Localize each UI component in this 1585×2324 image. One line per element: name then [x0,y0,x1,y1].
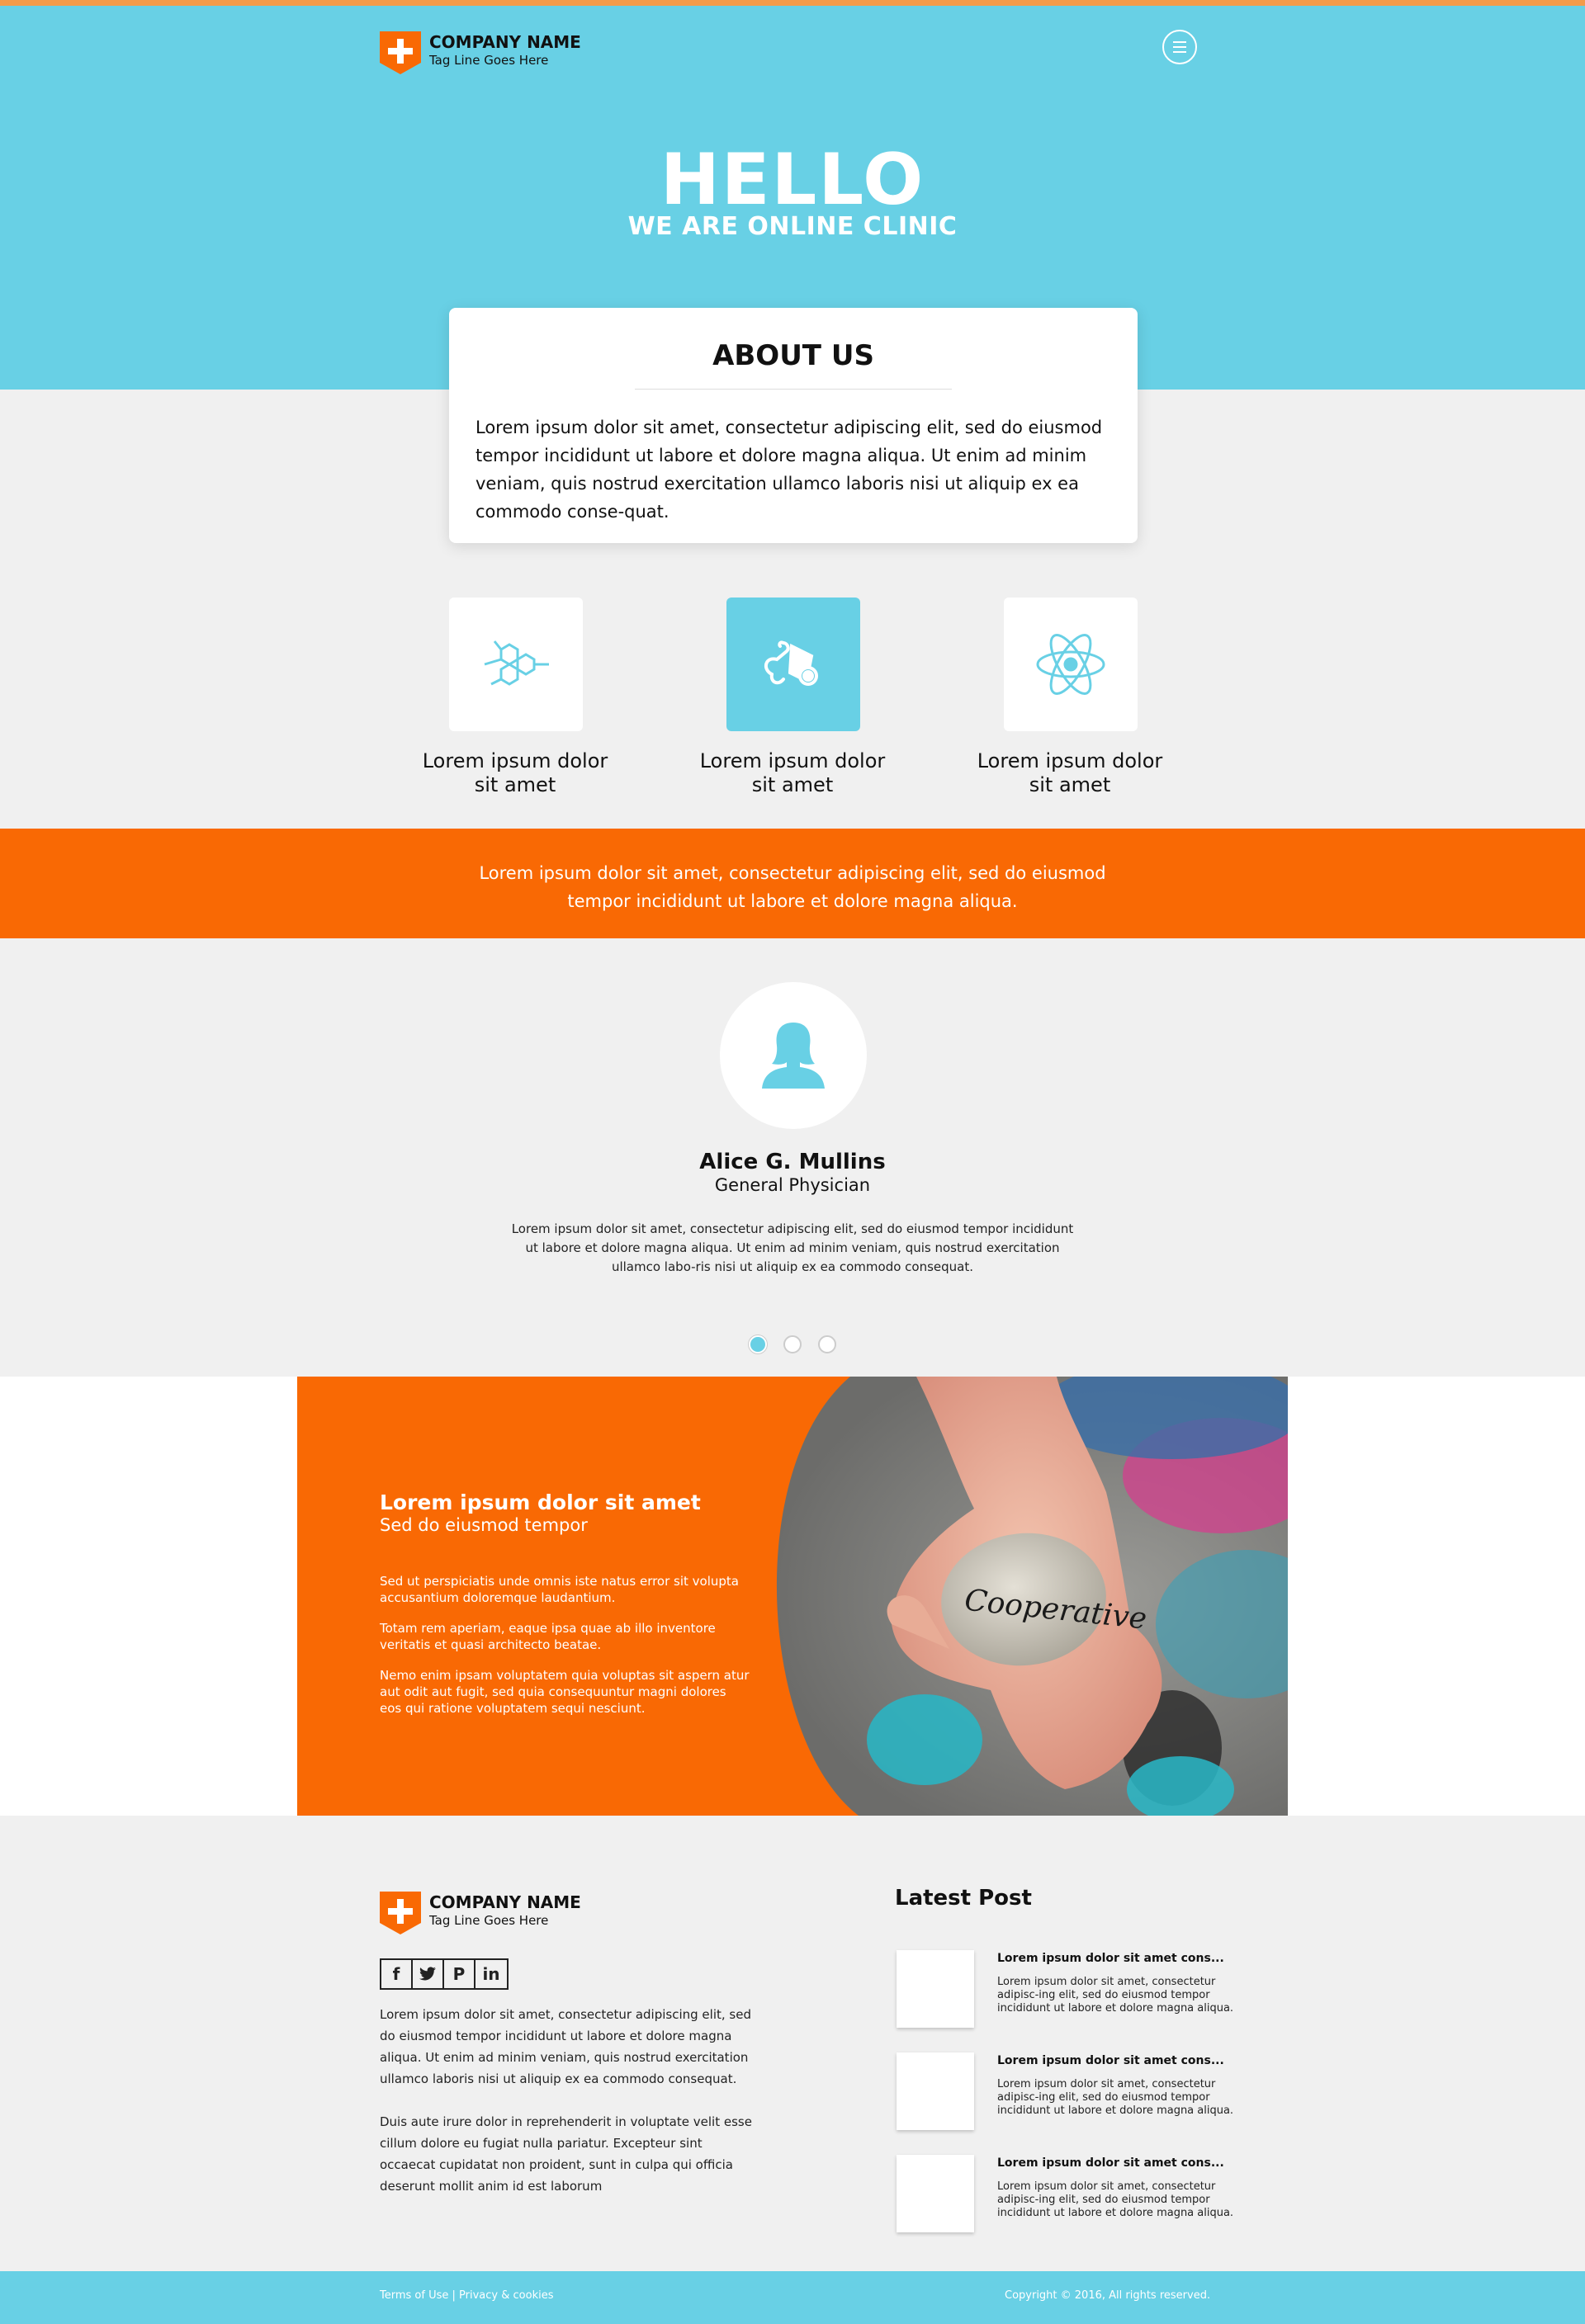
slider-dot-1[interactable] [749,1335,767,1353]
privacy-link[interactable]: Privacy & cookies [459,2289,553,2302]
post-title[interactable]: Lorem ipsum dolor sit amet cons... [997,1952,1224,1965]
about-divider [635,389,952,390]
social-links: f P in [380,1958,509,1990]
feature-label-1: Lorem ipsum dolor sit amet [422,749,608,796]
feature-atom[interactable] [1004,598,1138,731]
hero-subtitle: WE ARE ONLINE CLINIC [627,212,958,241]
about-us-heading: ABOUT US [712,339,874,372]
post-title[interactable]: Lorem ipsum dolor sit amet cons... [997,2156,1224,2170]
footer-about-text: Lorem ipsum dolor sit amet, consectetur … [380,2004,759,2197]
post-thumbnail[interactable] [897,2155,974,2232]
slider-dot-3[interactable] [818,1335,836,1353]
footer-company-name: COMPANY NAME [429,1892,581,1912]
about-us-text: Lorem ipsum dolor sit amet, consectetur … [476,418,1103,522]
post-excerpt: Lorem ipsum dolor sit amet, consectetur … [997,2078,1234,2117]
facebook-icon[interactable]: f [381,1960,413,1988]
orange-banner: Lorem ipsum dolor sit amet, consectetur … [0,829,1585,938]
female-user-icon [762,1023,825,1089]
footer-paragraph-1: Lorem ipsum dolor sit amet, consectetur … [380,2007,751,2086]
header-logo[interactable]: COMPANY NAME Tag Line Goes Here [380,31,581,74]
testimonial-text: Lorem ipsum dolor sit amet, consectetur … [511,1221,1074,1274]
post-excerpt: Lorem ipsum dolor sit amet, consectetur … [997,1976,1234,2015]
feature-stethoscope[interactable] [726,598,860,731]
link-separator: | [452,2289,456,2302]
pinterest-icon[interactable]: P [444,1960,476,1988]
atom-icon [1036,634,1105,695]
promo-paragraph-1: Sed ut perspiciatis unde omnis iste natu… [380,1574,739,1605]
feature-label-2: Lorem ipsum dolor sit amet [699,749,886,796]
latest-post-item[interactable]: Lorem ipsum dolor sit amet cons... Lorem… [895,2155,1242,2237]
promo-title: Lorem ipsum dolor sit amet [380,1490,701,1514]
hero-title: HELLO [660,139,925,221]
company-name: COMPANY NAME [429,32,581,52]
slider-dot-2[interactable] [783,1335,802,1353]
about-us-card: ABOUT US Lorem ipsum dolor sit amet, con… [449,308,1138,543]
post-title[interactable]: Lorem ipsum dolor sit amet cons... [997,2054,1224,2067]
top-accent-line [0,0,1585,6]
hamburger-menu-icon[interactable] [1162,30,1197,64]
post-thumbnail[interactable] [897,1950,974,2028]
stethoscope-icon [764,640,818,686]
post-thumbnail[interactable] [897,2052,974,2130]
molecule-icon [484,640,549,686]
testimonial-name: Alice G. Mullins [699,1150,886,1174]
latest-post-item[interactable]: Lorem ipsum dolor sit amet cons... Lorem… [895,2052,1242,2135]
promo-subtitle: Sed do eiusmod tempor [380,1515,588,1535]
latest-post-item[interactable]: Lorem ipsum dolor sit amet cons... Lorem… [895,1950,1242,2033]
feature-label-3: Lorem ipsum dolor sit amet [977,749,1163,796]
linkedin-icon[interactable]: in [476,1960,507,1988]
promo-section: Cooperative Lorem ipsum dolor sit amet S… [297,1377,1288,1816]
footer-paragraph-2: Duis aute irure dolor in reprehenderit i… [380,2114,752,2194]
feature-molecule[interactable] [449,598,583,731]
footer-tagline: Tag Line Goes Here [429,1913,549,1928]
footer-logo[interactable]: COMPANY NAME Tag Line Goes Here [380,1892,581,1934]
legal-links: Terms of Use | Privacy & cookies [380,2289,553,2302]
post-excerpt: Lorem ipsum dolor sit amet, consectetur … [997,2180,1234,2219]
terms-link[interactable]: Terms of Use [380,2289,448,2302]
banner-text: Lorem ipsum dolor sit amet, consectetur … [479,863,1106,911]
twitter-icon[interactable] [413,1960,444,1988]
avatar [720,982,867,1129]
copyright-text: Copyright © 2016, All rights reserved. [1005,2289,1211,2302]
promo-paragraph-3: Nemo enim ipsam voluptatem quia voluptas… [380,1668,750,1716]
testimonial-role: General Physician [714,1175,871,1195]
latest-post-heading: Latest Post [895,1886,1032,1911]
bottom-bar: Terms of Use | Privacy & cookies Copyrig… [0,2271,1585,2324]
promo-paragraph-2: Totam rem aperiam, eaque ipsa quae ab il… [380,1621,716,1652]
medical-cross-logo-icon [380,1892,421,1934]
medical-cross-logo-icon [380,31,421,74]
company-tagline: Tag Line Goes Here [429,53,549,68]
